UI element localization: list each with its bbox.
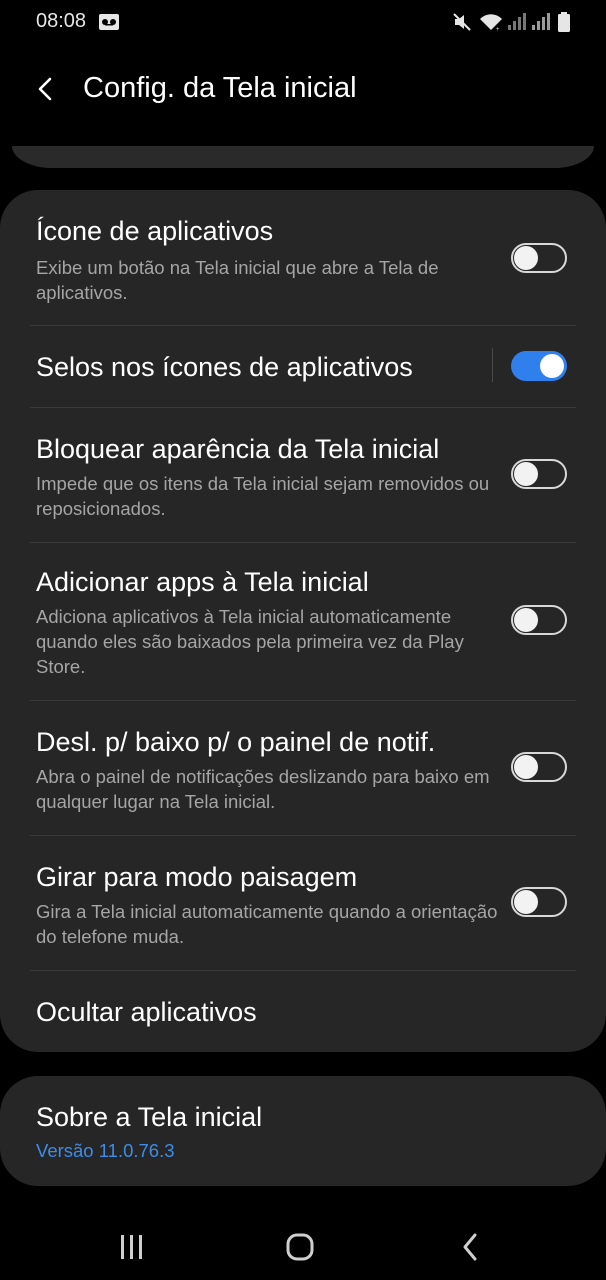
toggle-switch[interactable] <box>511 243 567 273</box>
status-time: 08:08 <box>36 10 87 32</box>
setting-description: Exibe um botão na Tela inicial que abre … <box>36 257 439 303</box>
settings-card: Ícone de aplicativos Exibe um botão na T… <box>0 190 606 1052</box>
collapsed-card-edge <box>12 146 594 168</box>
setting-description: Abra o painel de notificações deslizando… <box>36 766 490 812</box>
toggle-switch[interactable] <box>511 752 567 782</box>
setting-swipe-notification-panel[interactable]: Desl. p/ baixo p/ o painel de notif. Abr… <box>0 701 606 835</box>
status-bar: 08:08 + <box>0 0 606 46</box>
about-home-screen-card[interactable]: Sobre a Tela inicial Versão 11.0.76.3 <box>0 1076 606 1186</box>
setting-app-icon-badges[interactable]: Selos nos ícones de aplicativos <box>0 326 606 407</box>
nav-back-button[interactable] <box>440 1220 500 1270</box>
toggle-switch[interactable] <box>511 605 567 635</box>
about-title: Sobre a Tela inicial <box>36 1102 263 1132</box>
home-icon <box>286 1233 314 1261</box>
back-button[interactable] <box>28 70 68 110</box>
battery-icon <box>558 12 570 37</box>
setting-title: Ícone de aplicativos <box>36 216 274 246</box>
setting-title: Ocultar aplicativos <box>36 997 257 1027</box>
wifi-icon: + <box>478 12 504 37</box>
toggle-switch[interactable] <box>511 351 567 381</box>
home-button[interactable] <box>270 1220 330 1270</box>
nav-back-icon <box>463 1233 477 1261</box>
recent-apps-icon <box>121 1235 142 1259</box>
signal-icon <box>506 12 526 37</box>
setting-description: Impede que os itens da Tela inicial seja… <box>36 473 490 519</box>
setting-hide-apps[interactable]: Ocultar aplicativos <box>0 971 606 1052</box>
toggle-switch[interactable] <box>511 459 567 489</box>
toggle-switch[interactable] <box>511 887 567 917</box>
setting-add-apps-home[interactable]: Adicionar apps à Tela inicial Adiciona a… <box>0 543 606 700</box>
page-title: Config. da Tela inicial <box>83 72 357 104</box>
recent-apps-button[interactable] <box>101 1220 161 1270</box>
back-arrow-icon <box>38 77 52 101</box>
setting-title: Desl. p/ baixo p/ o painel de notif. <box>36 727 436 757</box>
vertical-divider <box>492 348 493 382</box>
app-header: Config. da Tela inicial <box>0 50 606 130</box>
mute-icon <box>452 12 472 37</box>
setting-rotate-landscape[interactable]: Girar para modo paisagem Gira a Tela ini… <box>0 836 606 970</box>
signal-icon <box>530 12 550 37</box>
setting-lock-home-layout[interactable]: Bloquear aparência da Tela inicial Imped… <box>0 408 606 542</box>
setting-title: Bloquear aparência da Tela inicial <box>36 434 440 464</box>
setting-title: Adicionar apps à Tela inicial <box>36 567 369 597</box>
setting-description: Gira a Tela inicial automaticamente quan… <box>36 901 498 947</box>
navigation-bar <box>0 1200 606 1280</box>
voicemail-icon <box>98 12 120 37</box>
setting-title: Selos nos ícones de aplicativos <box>36 352 413 382</box>
setting-app-icon-button[interactable]: Ícone de aplicativos Exibe um botão na T… <box>0 190 606 325</box>
svg-text:+: + <box>496 27 500 32</box>
setting-description: Adiciona aplicativos à Tela inicial auto… <box>36 606 464 677</box>
version-text: Versão 11.0.76.3 <box>36 1140 175 1161</box>
setting-title: Girar para modo paisagem <box>36 862 358 892</box>
